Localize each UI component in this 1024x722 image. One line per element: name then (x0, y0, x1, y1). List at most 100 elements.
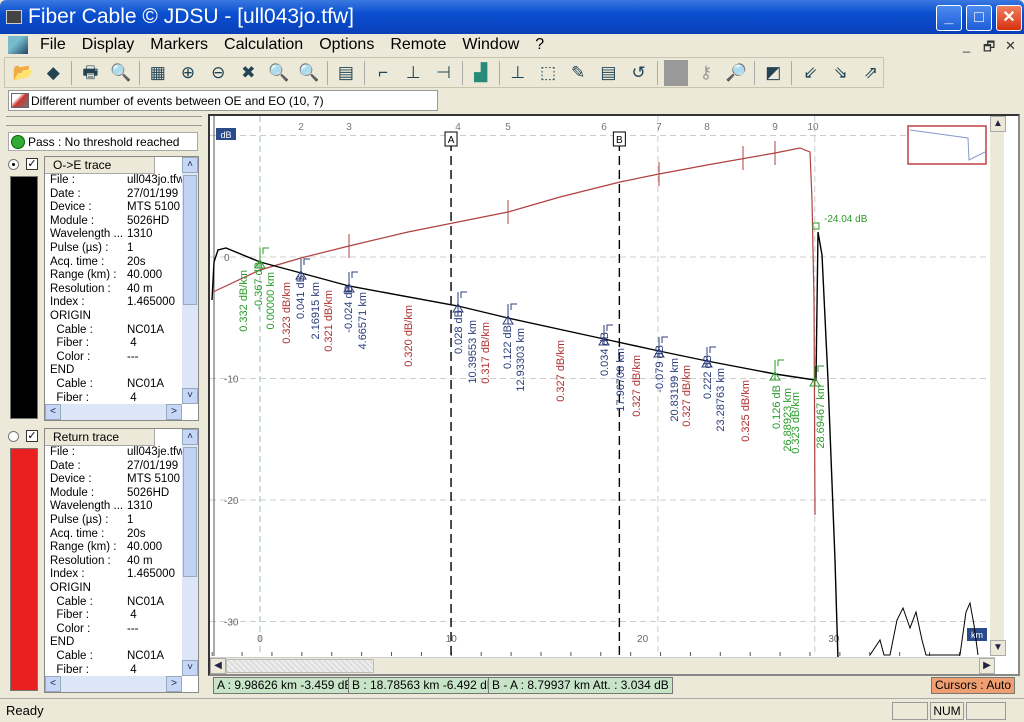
scroll-up-button[interactable]: ˄ (182, 157, 198, 173)
event-annotation-label: 0.320 dB/km (403, 305, 415, 367)
menu-display[interactable]: Display (74, 36, 142, 54)
end-event-marker (812, 222, 820, 230)
scroll-left-button[interactable]: < (45, 676, 61, 692)
event-markers-2-icon[interactable]: ⊥ (401, 60, 425, 86)
trace-visible-checkbox[interactable]: ✓ (26, 430, 38, 442)
minimize-button[interactable]: _ (936, 5, 962, 31)
mdi-restore-button[interactable]: 🗗 (983, 38, 995, 60)
grid-icon[interactable]: ▦ (146, 60, 170, 86)
event-annotation-label: 0.327 dB/km (555, 340, 567, 402)
close-button[interactable]: ✕ (996, 5, 1022, 31)
zoom-out-icon[interactable]: ⊖ (206, 60, 230, 86)
info-row: Color : --- (45, 351, 198, 365)
trace-color-swatch[interactable] (10, 448, 38, 691)
scroll-right-button[interactable]: > (166, 404, 182, 420)
menu-options[interactable]: Options (311, 36, 382, 54)
marker-triangle-icon[interactable]: ⊥ (506, 60, 530, 86)
event-annotation-label: 0.321 dB/km (323, 290, 335, 352)
mdi-minimize-button[interactable]: _ (963, 38, 970, 53)
menu-markers[interactable]: Markers (142, 36, 216, 54)
info-horizontal-scrollbar[interactable]: < > (45, 404, 182, 420)
info-value: 1.465000 (127, 568, 175, 581)
cursor-a-b-2-icon[interactable]: ⇘ (829, 60, 853, 86)
scroll-right-button[interactable]: > (166, 676, 182, 692)
marker-select-icon[interactable]: ⬚ (536, 60, 560, 86)
info-value: --- (127, 622, 139, 635)
trace-info-title: O->E trace (45, 157, 155, 174)
event-annotation-label: 0.028 dB (453, 310, 465, 354)
event-annotation-label: 0.327 dB/km (681, 365, 693, 427)
cursors-mode-button[interactable]: Cursors : Auto (930, 677, 1015, 694)
toolbar: 📂 ◆ 🖶 🔍 ▦ ⊕ ⊖ ✖ 🔍 🔍 ▤ ⌐ ⊥ ⊣ ▟ ⊥ ⬚ ✎ ▤ ↺ ⚷ 🔎 ◩ ⇙ ⇘ ⇗ (4, 57, 884, 88)
pane-splitter[interactable] (6, 116, 202, 126)
cursor-a-b-1-icon[interactable]: ⇙ (798, 60, 822, 86)
scroll-down-button[interactable]: ▼ (990, 640, 1006, 656)
info-value: NC01A (127, 377, 165, 390)
trace-plot[interactable]: A B0-10-20-300 10 20 302 3 4 5 6 7 8 9 10dBkm-24.04 … (210, 116, 1020, 676)
event-marker-icon (502, 303, 517, 325)
table-icon[interactable]: ▤ (334, 60, 358, 86)
trace-select-radio[interactable] (8, 431, 19, 442)
info-vertical-scrollbar[interactable]: ˄ ˅ (182, 157, 198, 404)
scroll-down-button[interactable]: ˅ (182, 660, 198, 676)
event-markers-3-icon[interactable]: ⊣ (431, 60, 455, 86)
otdr-trace-chart[interactable]: A B 0 -10 -20 -30 0 10 20 30 2 3 4 5 6 7 8 9 10 dB km -24.04 … (208, 114, 1020, 676)
info-key: Cable : (50, 377, 93, 390)
info-value: 4 (127, 337, 137, 350)
trace-color-swatch[interactable] (10, 176, 38, 419)
info-value: 1310 (127, 500, 153, 513)
vertical-scrollbar[interactable]: ▲ ▼ (990, 116, 1006, 656)
info-value: 40 m (127, 554, 153, 567)
event-annotation-label: 20.83199 km (669, 358, 681, 422)
mdi-close-button[interactable]: ✕ (1005, 38, 1016, 54)
menu-window[interactable]: Window (454, 36, 527, 54)
scroll-thumb[interactable] (183, 447, 197, 577)
trace-visible-checkbox[interactable]: ✓ (26, 158, 38, 170)
info-row: Cable : NC01A (45, 324, 198, 338)
event-annotation-label: 0.00000 km (265, 272, 277, 329)
zoom-in-icon[interactable]: ⊕ (176, 60, 200, 86)
menu-calculation[interactable]: Calculation (216, 36, 311, 54)
info-row: Cable : NC01A (45, 596, 198, 610)
menu-remote[interactable]: Remote (382, 36, 454, 54)
info-horizontal-scrollbar[interactable]: < > (45, 676, 182, 692)
info-value: 4 (127, 609, 137, 622)
print-icon[interactable]: 🖶 (78, 60, 102, 86)
cursor-a-label: A (448, 135, 455, 146)
info-key: Resolution : (50, 282, 111, 295)
results-table-icon[interactable]: ▤ (596, 60, 620, 86)
info-value: MTS 5100 (127, 473, 181, 486)
fill-trace-icon[interactable]: ▟ (469, 60, 493, 86)
scroll-thumb[interactable] (183, 175, 197, 305)
info-row: Module : 5026HD (45, 215, 198, 229)
overlay-icon[interactable]: ◩ (761, 60, 785, 86)
horizontal-scrollbar[interactable]: ◀ ▶ (210, 657, 995, 674)
event-number-label: 10 (807, 122, 819, 133)
info-key: Wavelength ... (50, 228, 124, 241)
scroll-right-button[interactable]: ▶ (979, 658, 995, 674)
cursor-a-b-3-icon[interactable]: ⇗ (859, 60, 883, 86)
menu-help[interactable]: ? (527, 36, 552, 54)
trace-select-radio[interactable] (8, 159, 19, 170)
event-markers-1-icon[interactable]: ⌐ (371, 60, 395, 86)
scroll-up-button[interactable]: ▲ (990, 116, 1006, 132)
undo-rotate-icon[interactable]: ↺ (626, 60, 650, 86)
print-preview-icon[interactable]: 🔍 (109, 60, 133, 86)
cursor-ba-readout: B - A : 8.79937 km Att. : 3.034 dB (488, 677, 673, 694)
maximize-button[interactable]: □ (966, 5, 992, 31)
scroll-left-button[interactable]: ◀ (210, 658, 226, 674)
scroll-down-button[interactable]: ˅ (182, 388, 198, 404)
scroll-up-button[interactable]: ˄ (182, 429, 198, 445)
save-disk-icon[interactable]: ◆ (41, 60, 65, 86)
fiber-tool-icon[interactable]: ✎ (566, 60, 590, 86)
scroll-left-button[interactable]: < (45, 404, 61, 420)
zoom-reset-icon[interactable]: ✖ (236, 60, 260, 86)
zoom-magnify-icon[interactable]: 🔎 (724, 60, 748, 86)
open-folder-icon[interactable]: 📂 (11, 60, 35, 86)
menu-file[interactable]: File (32, 36, 74, 54)
toolbar-separator (71, 60, 73, 85)
info-key: Acq. time : (50, 527, 105, 540)
info-key: Cable : (50, 323, 93, 336)
info-vertical-scrollbar[interactable]: ˄ ˅ (182, 429, 198, 676)
scroll-thumb[interactable] (226, 659, 374, 673)
